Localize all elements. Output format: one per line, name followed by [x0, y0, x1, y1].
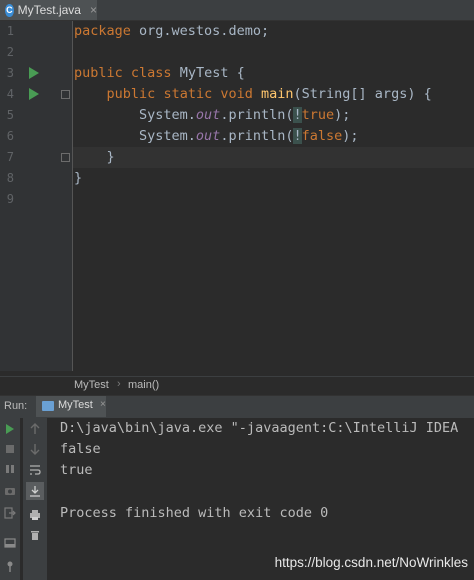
run-toolbar-left: [0, 418, 20, 580]
field-out: out: [195, 107, 221, 123]
line-number: 4: [6, 87, 14, 101]
field-out: out: [195, 128, 221, 144]
code-editor[interactable]: 1 2 3 4 5 6 7 8 9 package org.westos.dem…: [0, 21, 474, 371]
current-line-highlight: [73, 147, 474, 168]
java-class-icon: C: [5, 3, 14, 17]
code-text: System.: [74, 107, 196, 123]
trash-icon[interactable]: [26, 526, 44, 544]
code-line-5: System.out.println(!true);: [74, 105, 350, 126]
paren-match: !: [293, 128, 302, 144]
line-number: 2: [6, 45, 14, 59]
run-tab-label: MyTest: [58, 399, 93, 411]
keyword: public: [106, 86, 156, 102]
method-name: main: [261, 86, 294, 102]
breadcrumb-separator: ›: [117, 378, 121, 390]
console-line: Process finished with exit code 0: [60, 505, 329, 521]
code-line-1: package org.westos.demo;: [74, 21, 269, 42]
line-number: 9: [6, 192, 14, 206]
keyword: class: [130, 65, 172, 81]
close-icon[interactable]: ×: [100, 399, 106, 410]
code-line-8: }: [74, 170, 83, 186]
method-params: (String[] args) {: [293, 86, 432, 102]
code-text: System.: [74, 128, 196, 144]
console-line: D:\java\bin\java.exe "-javaagent:C:\Inte…: [60, 420, 459, 436]
keyword: static: [163, 86, 213, 102]
code-line-3: public class MyTest {: [74, 63, 245, 84]
line-number: 6: [6, 129, 14, 143]
rerun-icon[interactable]: [1, 420, 19, 438]
stop-icon[interactable]: [1, 440, 19, 458]
fold-marker-icon[interactable]: [61, 153, 70, 162]
pin-icon[interactable]: [1, 558, 19, 576]
code-text: );: [334, 107, 351, 123]
run-class-icon[interactable]: [29, 67, 39, 79]
run-label: Run:: [4, 400, 28, 412]
keyword: package: [74, 23, 131, 39]
console-icon: [42, 401, 54, 411]
editor-tab-bar: C MyTest.java ×: [0, 0, 474, 21]
run-main-icon[interactable]: [29, 88, 39, 100]
class-name: MyTest {: [179, 65, 245, 81]
line-number: 1: [6, 24, 14, 38]
code-text: .println(: [220, 128, 294, 144]
keyword: true: [301, 107, 335, 123]
paren-match: !: [293, 107, 302, 123]
line-number: 5: [6, 108, 14, 122]
scroll-to-end-icon[interactable]: [26, 482, 44, 500]
line-number: 8: [6, 171, 14, 185]
code-line-4: public static void main(String[] args) {: [74, 84, 432, 105]
pause-icon[interactable]: [1, 460, 19, 478]
code-text: .println(: [220, 107, 294, 123]
breadcrumb-item-mytest[interactable]: MyTest: [74, 379, 109, 391]
editor-gutter: 1 2 3 4 5 6 7 8 9: [0, 21, 73, 371]
layout-icon[interactable]: [1, 534, 19, 552]
run-tool-window-header: Run: MyTest ×: [0, 395, 474, 418]
soft-wrap-icon[interactable]: [26, 461, 44, 479]
run-tab-mytest[interactable]: MyTest ×: [36, 396, 106, 417]
watermark: https://blog.csdn.net/NoWrinkles: [274, 555, 468, 570]
keyword: void: [220, 86, 253, 102]
console-line: true: [60, 462, 93, 478]
exit-icon[interactable]: [1, 504, 19, 522]
print-icon[interactable]: [26, 506, 44, 524]
fold-marker-icon[interactable]: [61, 90, 70, 99]
console-line: false: [60, 441, 101, 457]
package-name: org.westos.demo;: [130, 23, 270, 39]
code-line-7: }: [74, 149, 115, 165]
code-line-6: System.out.println(!false);: [74, 126, 359, 147]
tab-label: MyTest.java: [17, 3, 81, 17]
breadcrumb-item-main[interactable]: main(): [128, 379, 159, 391]
arrow-up-icon[interactable]: [26, 420, 44, 438]
run-console-output[interactable]: D:\java\bin\java.exe "-javaagent:C:\Inte…: [47, 418, 474, 580]
line-number: 7: [6, 150, 14, 164]
close-icon[interactable]: ×: [90, 3, 97, 17]
code-text: );: [342, 128, 359, 144]
tab-mytest-java[interactable]: C MyTest.java ×: [0, 0, 97, 20]
arrow-down-icon[interactable]: [26, 440, 44, 458]
camera-icon[interactable]: [1, 482, 19, 500]
line-number: 3: [6, 66, 14, 80]
keyword: public: [74, 65, 123, 81]
keyword: false: [301, 128, 343, 144]
run-toolbar-right: [22, 418, 48, 580]
breadcrumb: MyTest › main(): [0, 376, 474, 395]
